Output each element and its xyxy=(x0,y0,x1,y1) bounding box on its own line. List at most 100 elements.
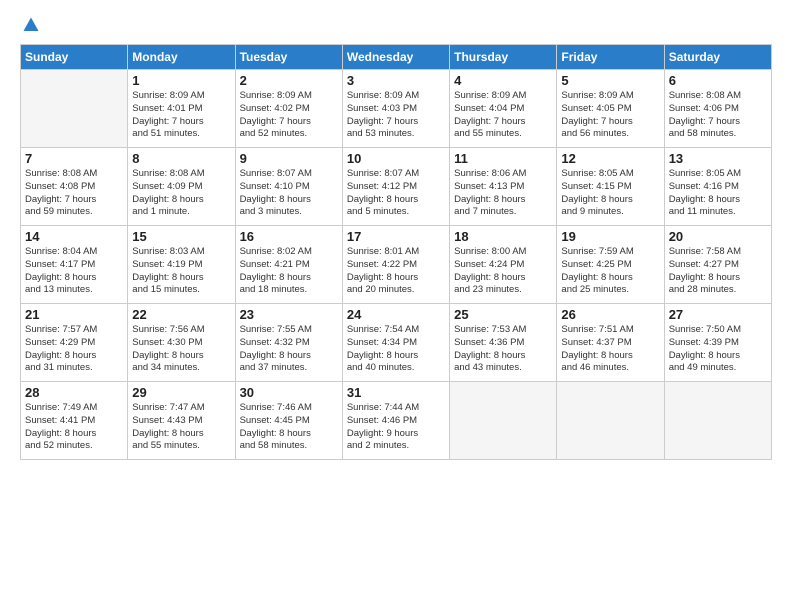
day-info: Sunrise: 8:08 AM Sunset: 4:06 PM Dayligh… xyxy=(669,90,767,141)
calendar-cell: 27 Sunrise: 7:50 AM Sunset: 4:39 PM Dayli… xyxy=(664,304,771,382)
day-info: Sunrise: 8:03 AM Sunset: 4:19 PM Dayligh… xyxy=(132,246,230,297)
calendar-cell: 16 Sunrise: 8:02 AM Sunset: 4:21 PM Dayli… xyxy=(235,226,342,304)
day-info: Sunrise: 8:09 AM Sunset: 4:03 PM Dayligh… xyxy=(347,90,445,141)
calendar-cell xyxy=(21,70,128,148)
day-number: 19 xyxy=(561,229,659,244)
day-info: Sunrise: 7:54 AM Sunset: 4:34 PM Dayligh… xyxy=(347,324,445,375)
logo-text xyxy=(20,16,40,34)
calendar-cell: 24 Sunrise: 7:54 AM Sunset: 4:34 PM Dayli… xyxy=(342,304,449,382)
day-info: Sunrise: 8:05 AM Sunset: 4:16 PM Dayligh… xyxy=(669,168,767,219)
day-number: 26 xyxy=(561,307,659,322)
day-info: Sunrise: 7:51 AM Sunset: 4:37 PM Dayligh… xyxy=(561,324,659,375)
day-info: Sunrise: 7:56 AM Sunset: 4:30 PM Dayligh… xyxy=(132,324,230,375)
calendar-cell: 11 Sunrise: 8:06 AM Sunset: 4:13 PM Dayli… xyxy=(450,148,557,226)
day-info: Sunrise: 8:08 AM Sunset: 4:08 PM Dayligh… xyxy=(25,168,123,219)
calendar-cell: 1 Sunrise: 8:09 AM Sunset: 4:01 PM Daylig… xyxy=(128,70,235,148)
column-header-thursday: Thursday xyxy=(450,45,557,70)
column-header-saturday: Saturday xyxy=(664,45,771,70)
day-info: Sunrise: 8:05 AM Sunset: 4:15 PM Dayligh… xyxy=(561,168,659,219)
day-info: Sunrise: 7:49 AM Sunset: 4:41 PM Dayligh… xyxy=(25,402,123,453)
day-info: Sunrise: 8:04 AM Sunset: 4:17 PM Dayligh… xyxy=(25,246,123,297)
day-number: 28 xyxy=(25,385,123,400)
calendar-cell: 20 Sunrise: 7:58 AM Sunset: 4:27 PM Dayli… xyxy=(664,226,771,304)
day-number: 27 xyxy=(669,307,767,322)
calendar-cell: 22 Sunrise: 7:56 AM Sunset: 4:30 PM Dayli… xyxy=(128,304,235,382)
day-info: Sunrise: 7:47 AM Sunset: 4:43 PM Dayligh… xyxy=(132,402,230,453)
calendar-cell: 15 Sunrise: 8:03 AM Sunset: 4:19 PM Dayli… xyxy=(128,226,235,304)
day-info: Sunrise: 8:09 AM Sunset: 4:04 PM Dayligh… xyxy=(454,90,552,141)
day-number: 14 xyxy=(25,229,123,244)
day-number: 15 xyxy=(132,229,230,244)
logo xyxy=(20,16,40,34)
day-info: Sunrise: 7:59 AM Sunset: 4:25 PM Dayligh… xyxy=(561,246,659,297)
day-info: Sunrise: 7:53 AM Sunset: 4:36 PM Dayligh… xyxy=(454,324,552,375)
logo-icon xyxy=(22,16,40,34)
day-number: 8 xyxy=(132,151,230,166)
day-number: 9 xyxy=(240,151,338,166)
calendar-week-1: 1 Sunrise: 8:09 AM Sunset: 4:01 PM Daylig… xyxy=(21,70,772,148)
calendar-cell: 9Sunrise: 8:07 AM Sunset: 4:10 PM Daylig… xyxy=(235,148,342,226)
header xyxy=(20,16,772,34)
day-number: 13 xyxy=(669,151,767,166)
day-number: 29 xyxy=(132,385,230,400)
calendar-cell: 26 Sunrise: 7:51 AM Sunset: 4:37 PM Dayli… xyxy=(557,304,664,382)
calendar-cell: 8 Sunrise: 8:08 AM Sunset: 4:09 PM Daylig… xyxy=(128,148,235,226)
day-number: 18 xyxy=(454,229,552,244)
day-number: 25 xyxy=(454,307,552,322)
day-number: 16 xyxy=(240,229,338,244)
day-info: Sunrise: 7:58 AM Sunset: 4:27 PM Dayligh… xyxy=(669,246,767,297)
day-info: Sunrise: 8:07 AM Sunset: 4:12 PM Dayligh… xyxy=(347,168,445,219)
day-info: Sunrise: 7:55 AM Sunset: 4:32 PM Dayligh… xyxy=(240,324,338,375)
day-number: 17 xyxy=(347,229,445,244)
page: SundayMondayTuesdayWednesdayThursdayFrid… xyxy=(0,0,792,612)
calendar-cell: 31 Sunrise: 7:44 AM Sunset: 4:46 PM Dayli… xyxy=(342,382,449,460)
calendar-week-4: 21 Sunrise: 7:57 AM Sunset: 4:29 PM Dayli… xyxy=(21,304,772,382)
calendar-cell: 3Sunrise: 8:09 AM Sunset: 4:03 PM Daylig… xyxy=(342,70,449,148)
calendar-cell xyxy=(557,382,664,460)
day-number: 24 xyxy=(347,307,445,322)
column-header-wednesday: Wednesday xyxy=(342,45,449,70)
calendar-cell: 10 Sunrise: 8:07 AM Sunset: 4:12 PM Dayli… xyxy=(342,148,449,226)
day-number: 31 xyxy=(347,385,445,400)
day-number: 22 xyxy=(132,307,230,322)
day-info: Sunrise: 7:57 AM Sunset: 4:29 PM Dayligh… xyxy=(25,324,123,375)
column-header-tuesday: Tuesday xyxy=(235,45,342,70)
day-info: Sunrise: 8:01 AM Sunset: 4:22 PM Dayligh… xyxy=(347,246,445,297)
calendar-table: SundayMondayTuesdayWednesdayThursdayFrid… xyxy=(20,44,772,460)
day-info: Sunrise: 8:09 AM Sunset: 4:01 PM Dayligh… xyxy=(132,90,230,141)
calendar-cell: 2Sunrise: 8:09 AM Sunset: 4:02 PM Daylig… xyxy=(235,70,342,148)
column-header-friday: Friday xyxy=(557,45,664,70)
calendar-cell: 28 Sunrise: 7:49 AM Sunset: 4:41 PM Dayli… xyxy=(21,382,128,460)
day-number: 21 xyxy=(25,307,123,322)
day-number: 7 xyxy=(25,151,123,166)
calendar-cell: 13 Sunrise: 8:05 AM Sunset: 4:16 PM Dayli… xyxy=(664,148,771,226)
day-info: Sunrise: 8:06 AM Sunset: 4:13 PM Dayligh… xyxy=(454,168,552,219)
day-info: Sunrise: 8:09 AM Sunset: 4:02 PM Dayligh… xyxy=(240,90,338,141)
day-number: 20 xyxy=(669,229,767,244)
day-number: 11 xyxy=(454,151,552,166)
column-header-monday: Monday xyxy=(128,45,235,70)
day-info: Sunrise: 7:44 AM Sunset: 4:46 PM Dayligh… xyxy=(347,402,445,453)
calendar-cell: 12Sunrise: 8:05 AM Sunset: 4:15 PM Dayli… xyxy=(557,148,664,226)
calendar-cell: 29 Sunrise: 7:47 AM Sunset: 4:43 PM Dayli… xyxy=(128,382,235,460)
day-number: 10 xyxy=(347,151,445,166)
day-number: 1 xyxy=(132,73,230,88)
calendar-header-row: SundayMondayTuesdayWednesdayThursdayFrid… xyxy=(21,45,772,70)
calendar-cell: 6Sunrise: 8:08 AM Sunset: 4:06 PM Daylig… xyxy=(664,70,771,148)
calendar-cell: 21 Sunrise: 7:57 AM Sunset: 4:29 PM Dayli… xyxy=(21,304,128,382)
calendar-cell: 18 Sunrise: 8:00 AM Sunset: 4:24 PM Dayli… xyxy=(450,226,557,304)
column-header-sunday: Sunday xyxy=(21,45,128,70)
calendar-cell: 14 Sunrise: 8:04 AM Sunset: 4:17 PM Dayli… xyxy=(21,226,128,304)
calendar-cell: 30 Sunrise: 7:46 AM Sunset: 4:45 PM Dayli… xyxy=(235,382,342,460)
day-info: Sunrise: 8:08 AM Sunset: 4:09 PM Dayligh… xyxy=(132,168,230,219)
day-number: 4 xyxy=(454,73,552,88)
calendar-cell: 17 Sunrise: 8:01 AM Sunset: 4:22 PM Dayli… xyxy=(342,226,449,304)
day-info: Sunrise: 8:02 AM Sunset: 4:21 PM Dayligh… xyxy=(240,246,338,297)
calendar-week-5: 28 Sunrise: 7:49 AM Sunset: 4:41 PM Dayli… xyxy=(21,382,772,460)
calendar-cell: 5Sunrise: 8:09 AM Sunset: 4:05 PM Daylig… xyxy=(557,70,664,148)
day-info: Sunrise: 8:00 AM Sunset: 4:24 PM Dayligh… xyxy=(454,246,552,297)
day-info: Sunrise: 7:50 AM Sunset: 4:39 PM Dayligh… xyxy=(669,324,767,375)
day-number: 30 xyxy=(240,385,338,400)
day-number: 5 xyxy=(561,73,659,88)
day-info: Sunrise: 7:46 AM Sunset: 4:45 PM Dayligh… xyxy=(240,402,338,453)
